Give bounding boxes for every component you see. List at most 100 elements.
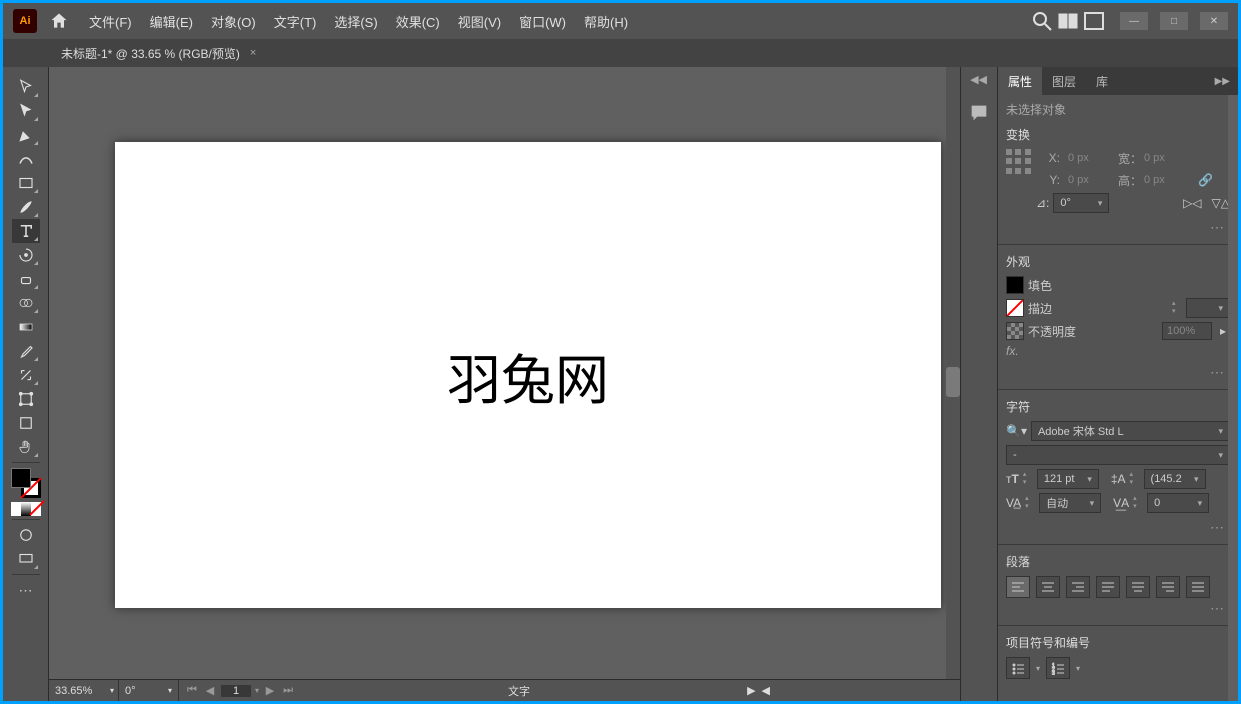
- menu-view[interactable]: 视图(V): [450, 8, 509, 35]
- h-field[interactable]: 0 px: [1140, 171, 1190, 189]
- kerning-stepper[interactable]: ▴▾: [1025, 494, 1035, 512]
- w-field[interactable]: 0 px: [1140, 149, 1190, 167]
- rotation-field[interactable]: 0°▾: [119, 680, 179, 701]
- nav-first-icon[interactable]: ⏮: [185, 684, 199, 697]
- maximize-button[interactable]: □: [1160, 12, 1188, 30]
- font-size-field[interactable]: 121 pt▾: [1037, 469, 1099, 489]
- type-tool[interactable]: [12, 219, 40, 243]
- align-left-button[interactable]: [1006, 576, 1030, 598]
- menu-window[interactable]: 窗口(W): [511, 8, 574, 35]
- reference-point[interactable]: [1006, 149, 1032, 175]
- menu-select[interactable]: 选择(S): [326, 8, 385, 35]
- leading-icon: ‡A: [1111, 472, 1126, 486]
- nav-last-icon[interactable]: ⏭: [281, 684, 295, 697]
- artboard[interactable]: 羽兔网: [115, 142, 941, 608]
- rotation-field[interactable]: 0°▾: [1053, 193, 1109, 213]
- fx-label[interactable]: fx.: [1006, 344, 1019, 358]
- tracking-field[interactable]: 0▾: [1147, 493, 1209, 513]
- free-transform-tool[interactable]: [12, 387, 40, 411]
- fill-stroke-swatch[interactable]: [11, 468, 41, 498]
- numbered-list-button[interactable]: 123: [1046, 657, 1070, 679]
- tracking-stepper[interactable]: ▴▾: [1133, 494, 1143, 512]
- stroke-stepper[interactable]: ▴▾: [1172, 299, 1182, 317]
- artboard-tool[interactable]: [12, 411, 40, 435]
- screen-mode-icon[interactable]: [12, 547, 40, 571]
- justify-right-button[interactable]: [1156, 576, 1180, 598]
- opacity-swatch[interactable]: [1006, 322, 1024, 340]
- tab-close-icon[interactable]: ×: [250, 47, 256, 59]
- edit-toolbar-icon[interactable]: ⋯: [12, 578, 40, 602]
- close-button[interactable]: ✕: [1200, 12, 1228, 30]
- kerning-field[interactable]: 自动▾: [1039, 493, 1101, 513]
- justify-left-button[interactable]: [1096, 576, 1120, 598]
- leading-stepper[interactable]: ▴▾: [1130, 470, 1140, 488]
- play-icon[interactable]: ▶: [747, 684, 755, 697]
- justify-center-button[interactable]: [1126, 576, 1150, 598]
- leading-field[interactable]: (145.2▾: [1144, 469, 1206, 489]
- text-object[interactable]: 羽兔网: [447, 336, 609, 415]
- bullet-list-button[interactable]: [1006, 657, 1030, 679]
- character-menu-icon[interactable]: ⋯: [1006, 517, 1230, 538]
- menu-effect[interactable]: 效果(C): [388, 8, 448, 35]
- selection-tool[interactable]: [12, 75, 40, 99]
- workspace-icon[interactable]: [1082, 9, 1106, 33]
- align-center-button[interactable]: [1036, 576, 1060, 598]
- link-icon[interactable]: 🔗: [1198, 173, 1213, 187]
- canvas-viewport[interactable]: 羽兔网: [49, 67, 960, 679]
- menu-edit[interactable]: 编辑(E): [142, 8, 201, 35]
- curvature-tool[interactable]: [12, 147, 40, 171]
- shape-builder-tool[interactable]: [12, 291, 40, 315]
- font-search-icon[interactable]: 🔍▾: [1006, 424, 1027, 438]
- font-family-dropdown[interactable]: Adobe 宋体 Std L▾: [1031, 421, 1230, 441]
- nav-next-icon[interactable]: ▶: [263, 684, 277, 697]
- justify-all-button[interactable]: [1186, 576, 1210, 598]
- vertical-scrollbar[interactable]: [946, 67, 960, 679]
- document-tab[interactable]: 未标题-1* @ 33.65 % (RGB/预览) ×: [51, 39, 266, 67]
- tab-properties[interactable]: 属性: [998, 67, 1042, 95]
- direct-selection-tool[interactable]: [12, 99, 40, 123]
- minimize-button[interactable]: —: [1120, 12, 1148, 30]
- scale-tool[interactable]: [12, 363, 40, 387]
- menu-type[interactable]: 文字(T): [266, 8, 325, 35]
- stroke-weight-field[interactable]: ▾: [1186, 298, 1230, 318]
- paragraph-title: 段落: [1006, 553, 1230, 570]
- rotate-tool[interactable]: [12, 243, 40, 267]
- tab-layers[interactable]: 图层: [1042, 67, 1086, 95]
- stroke-swatch[interactable]: [1006, 299, 1024, 317]
- home-icon[interactable]: [49, 11, 69, 31]
- appearance-menu-icon[interactable]: ⋯: [1006, 362, 1230, 383]
- collapse-dock-icon[interactable]: ◀◀: [970, 73, 987, 86]
- hand-tool[interactable]: [12, 435, 40, 459]
- font-style-dropdown[interactable]: -▾: [1006, 445, 1230, 465]
- flip-h-icon[interactable]: ▷◁: [1183, 196, 1201, 210]
- search-icon[interactable]: [1030, 9, 1054, 33]
- zoom-field[interactable]: 33.65%▾: [49, 680, 119, 701]
- align-right-button[interactable]: [1066, 576, 1090, 598]
- pen-tool[interactable]: [12, 123, 40, 147]
- y-field[interactable]: 0 px: [1064, 171, 1114, 189]
- opacity-field[interactable]: 100%: [1162, 322, 1212, 340]
- comments-icon[interactable]: [963, 97, 995, 129]
- menu-object[interactable]: 对象(O): [203, 8, 264, 35]
- back-icon[interactable]: ◀: [762, 684, 770, 697]
- panel-scrollbar[interactable]: [1228, 95, 1238, 701]
- collapse-panel-icon[interactable]: ▶▶: [1215, 76, 1238, 87]
- tab-libraries[interactable]: 库: [1086, 67, 1118, 95]
- menu-file[interactable]: 文件(F): [81, 8, 140, 35]
- size-stepper[interactable]: ▴▾: [1023, 470, 1033, 488]
- page-field[interactable]: 1: [221, 685, 251, 697]
- paintbrush-tool[interactable]: [12, 195, 40, 219]
- eyedropper-tool[interactable]: [12, 339, 40, 363]
- fill-swatch[interactable]: [1006, 276, 1024, 294]
- arrange-docs-icon[interactable]: [1056, 9, 1080, 33]
- rectangle-tool[interactable]: [12, 171, 40, 195]
- nav-prev-icon[interactable]: ◀: [203, 684, 217, 697]
- x-field[interactable]: 0 px: [1064, 149, 1114, 167]
- menu-help[interactable]: 帮助(H): [576, 8, 636, 35]
- transform-menu-icon[interactable]: ⋯: [1006, 217, 1230, 238]
- gradient-tool[interactable]: [12, 315, 40, 339]
- color-mode-row[interactable]: [11, 502, 41, 516]
- paragraph-menu-icon[interactable]: ⋯: [1006, 598, 1230, 619]
- eraser-tool[interactable]: [12, 267, 40, 291]
- draw-mode-icon[interactable]: [12, 523, 40, 547]
